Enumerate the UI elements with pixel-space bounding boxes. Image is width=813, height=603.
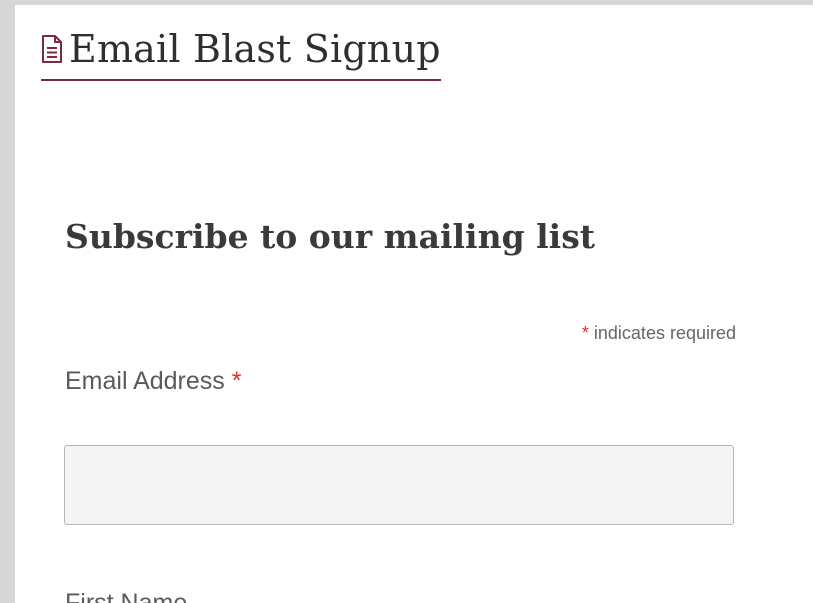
required-note-text: indicates required xyxy=(593,323,736,343)
email-label: Email Address * xyxy=(65,367,241,396)
email-required-asterisk: * xyxy=(231,367,242,395)
required-asterisk: * xyxy=(581,323,589,343)
document-icon xyxy=(41,34,63,64)
required-note: * indicates required xyxy=(582,323,736,344)
page-title: Email Blast Signup xyxy=(69,27,441,71)
email-label-text: Email Address xyxy=(65,367,225,395)
form-heading: Subscribe to our mailing list xyxy=(65,217,596,256)
first-name-label: First Name xyxy=(65,589,187,603)
page-header: Email Blast Signup xyxy=(41,27,441,81)
first-name-label-text: First Name xyxy=(65,589,188,603)
email-field[interactable] xyxy=(64,445,734,525)
content-panel: Email Blast Signup Subscribe to our mail… xyxy=(15,5,813,603)
